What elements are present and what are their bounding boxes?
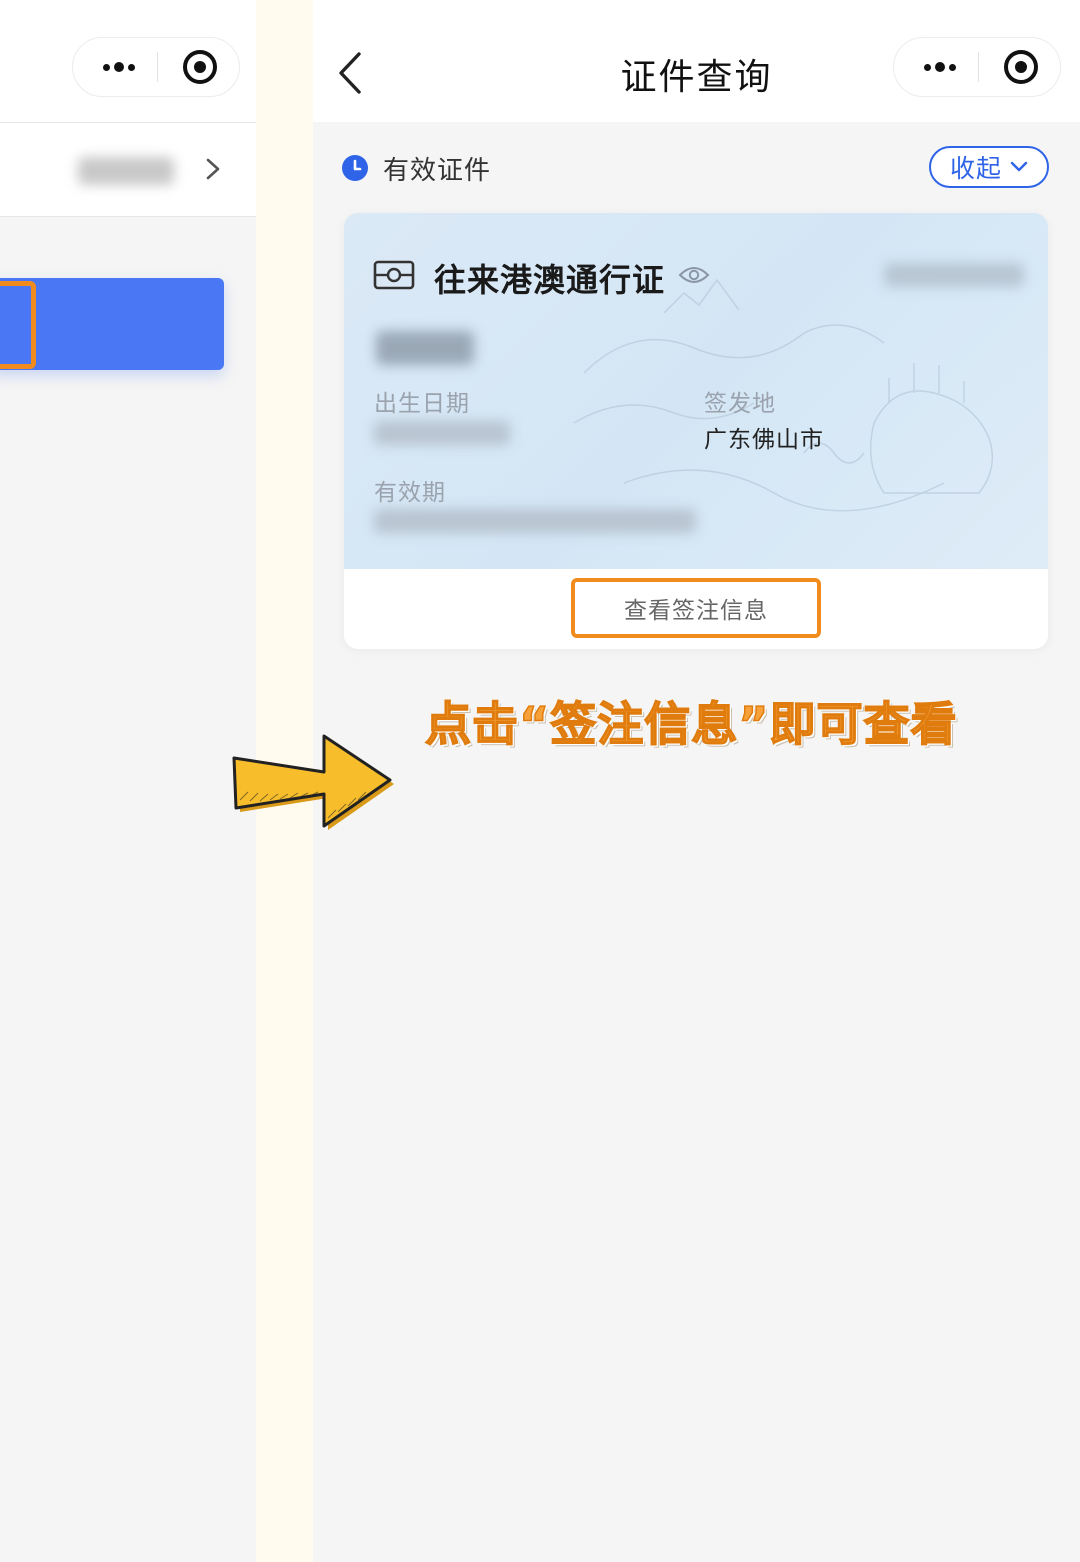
section-header: 有效证件 [341, 150, 491, 186]
section-title: 有效证件 [383, 155, 492, 186]
blurred-validity [374, 509, 696, 533]
left-capsule-menu [72, 37, 240, 97]
birth-date-label: 出生日期 [374, 391, 470, 417]
left-panel [0, 0, 256, 1562]
collapse-label: 收起 [949, 154, 1002, 183]
left-nav-bar [0, 0, 256, 123]
callout-annotation: 点击“签注信息”即可查看 [424, 696, 958, 752]
blurred-holder-name [376, 331, 474, 365]
blurred-document-number [884, 263, 1024, 287]
target-icon[interactable] [1004, 50, 1038, 84]
right-panel: 证件查询 有效证件 收起 往来港澳通行证 出生日期 签发地 广东佛山市 有效期 … [313, 0, 1080, 1562]
capsule-separator [978, 52, 979, 82]
card-body: 往来港澳通行证 出生日期 签发地 广东佛山市 有效期 [344, 213, 1048, 569]
chevron-down-icon [1010, 161, 1028, 172]
issue-place-label: 签发地 [704, 391, 776, 417]
target-icon[interactable] [183, 50, 217, 84]
card-footer: 查看签注信息 [344, 569, 1048, 649]
right-capsule-menu [893, 37, 1061, 97]
eye-icon[interactable] [678, 264, 710, 286]
view-visa-label: 查看签注信息 [624, 598, 768, 624]
more-dots-icon[interactable] [916, 38, 964, 96]
collapse-button[interactable]: 收起 [929, 146, 1049, 188]
chevron-right-icon [206, 158, 220, 180]
document-card[interactable]: 往来港澳通行证 出生日期 签发地 广东佛山市 有效期 查看签注信息 [344, 213, 1048, 649]
right-nav-bar: 证件查询 [313, 0, 1080, 122]
arrow-right-icon [232, 734, 394, 830]
blurred-value [78, 157, 174, 185]
left-highlight-box [0, 281, 36, 369]
left-list-row[interactable] [0, 123, 256, 217]
view-visa-button[interactable]: 查看签注信息 [571, 578, 821, 638]
capsule-separator [157, 52, 158, 82]
more-dots-icon[interactable] [95, 38, 143, 96]
card-title: 往来港澳通行证 [434, 261, 666, 299]
clock-icon [342, 155, 368, 181]
issue-place-value: 广东佛山市 [704, 427, 824, 453]
id-card-icon [373, 260, 415, 290]
validity-label: 有效期 [374, 480, 446, 506]
blurred-birth-date [374, 421, 510, 445]
